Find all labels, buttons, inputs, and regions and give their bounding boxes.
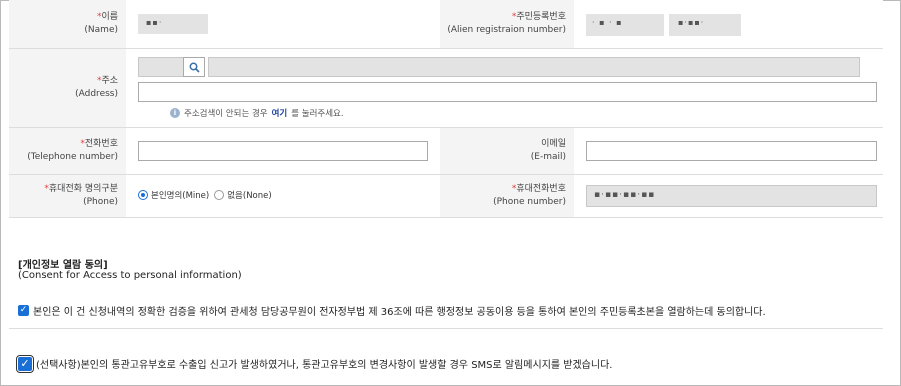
sms-consent-checkbox[interactable]: ✓ [16,354,34,373]
consent-title: [개인정보 열람 동의] [18,260,108,271]
email-cell [574,128,883,174]
address-label: *주소 (Address) [9,49,126,127]
info-icon: i [170,108,180,118]
email-input[interactable] [586,141,877,161]
address-cell: i 주소검색이 안되는 경우 여기 를 눌러주세요. [126,49,883,127]
mobile-no-dots: ▪·▪▪·▪▪·▪▪ [594,190,656,200]
mobile-type-radios: 본인명의(Mine) 없음(None) [138,189,272,201]
address-search-button[interactable] [183,57,205,77]
row-name: *이름 (Name) ▪▪· *주민등록번호 (Alien registraio… [9,0,883,48]
email-label: 이메일 (E-mail) [440,128,574,174]
mobile-no-label: *휴대전화번호 (Phone number) [440,175,574,217]
consent-agree-text: 본인은 이 건 신청내역의 정확한 검증을 위하여 관세청 담당공무원이 전자정… [33,307,766,318]
address-main-input[interactable] [208,57,860,77]
sms-consent-row: ✓ (선택사항)본인의 통관고유부호로 수출입 신고가 발생하였거나, 통관고유… [16,354,613,373]
name-cell: ▪▪· [126,0,440,48]
row-mobile: *휴대전화 명의구분 (Phone) 본인명의(Mine) 없음(None) *… [9,174,883,217]
row-phone: *전화번호 (Telephone number) 이메일 (E-mail) [9,127,883,174]
consent-agree-checkbox[interactable]: ✓ [18,305,29,316]
sms-consent-text: (선택사항)본인의 통관고유부호로 수출입 신고가 발생하였거나, 통관고유부호… [36,360,613,371]
consent-agree-row: ✓ 본인은 이 건 신청내역의 정확한 검증을 위하여 관세청 담당공무원이 전… [18,303,766,318]
address-hint: i 주소검색이 안되는 경우 여기 를 눌러주세요. [170,107,344,119]
name-label: *이름 (Name) [9,0,126,48]
mobile-no-cell: ▪·▪▪·▪▪·▪▪ [574,175,883,217]
address-detail-input[interactable] [138,82,877,102]
alien-no-dots-1: · ▪ · ▪ [592,18,623,27]
zipcode-input[interactable] [138,57,184,77]
address-manual-link[interactable]: 여기 [272,107,288,119]
alien-no-label: *주민등록번호 (Alien registraion number) [440,0,574,48]
radio-none[interactable] [214,190,225,200]
consent-subtitle: (Consent for Access to personal informat… [18,270,242,281]
search-icon [189,62,200,73]
divider [9,328,883,329]
applicant-form: *이름 (Name) ▪▪· *주민등록번호 (Alien registraio… [9,0,883,218]
phone-input[interactable] [138,141,428,161]
row-address: *주소 (Address) i 주소검색이 안되는 경우 여기 를 눌러주세요. [9,48,883,127]
alien-no-dots-2: ▪·▪▪· [678,18,705,27]
alien-no-cell: · ▪ · ▪ ▪·▪▪· [574,0,883,48]
radio-mine[interactable] [138,190,148,200]
mobile-type-label: *휴대전화 명의구분 (Phone) [9,175,126,217]
name-dots: ▪▪· [146,18,163,27]
phone-label: *전화번호 (Telephone number) [9,128,126,174]
phone-cell [126,128,440,174]
mobile-type-cell: 본인명의(Mine) 없음(None) [126,175,440,217]
